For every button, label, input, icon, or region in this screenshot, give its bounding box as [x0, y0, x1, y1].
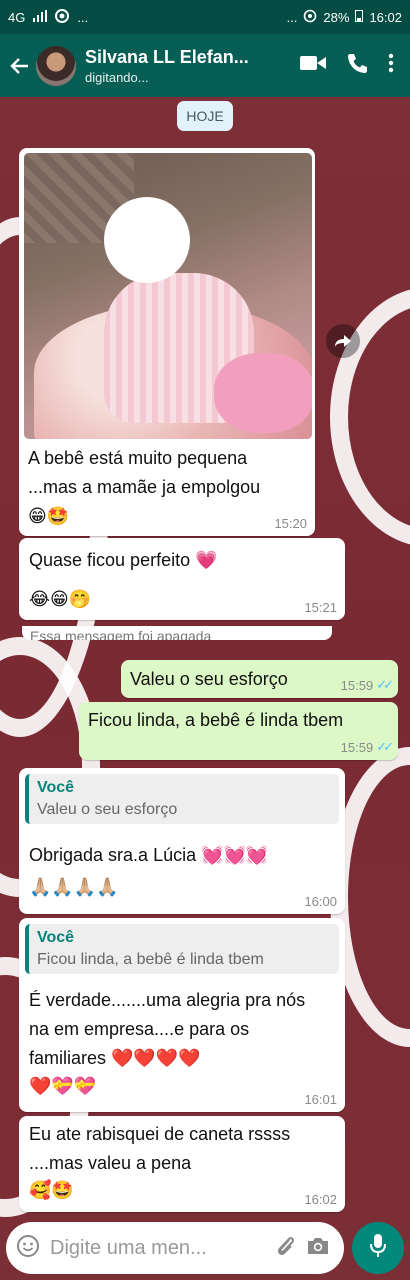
clock: 16:02 — [369, 9, 402, 25]
message-text: Eu ate rabisquei de caneta rssss ....mas… — [29, 1124, 291, 1173]
quoted-message[interactable]: Você Valeu o seu esforço — [25, 774, 339, 824]
chrome-icon — [55, 8, 70, 26]
quoted-message[interactable]: Você Ficou linda, a bebê é linda tbem — [25, 924, 339, 974]
message-emoji: ❤️💝💝 — [29, 1076, 97, 1097]
message-time: 15:20 — [274, 516, 307, 531]
phone-icon[interactable] — [346, 52, 368, 79]
battery-icon — [355, 9, 364, 25]
more-vert-icon[interactable] — [388, 53, 394, 78]
sync-icon — [303, 9, 317, 26]
network-indicator: 4G — [8, 9, 26, 25]
contact-info[interactable]: Silvana LL Elefan... digitando... — [85, 47, 300, 85]
outgoing-message[interactable]: Valeu o seu esforço 15:59 ✓✓ — [121, 660, 398, 698]
status-bar: 4G ... ... 28% 16:02 — [0, 0, 410, 34]
quote-text: Ficou linda, a bebê é linda tbem — [37, 951, 264, 968]
message-time: 16:01 — [304, 1092, 337, 1107]
quote-text: Valeu o seu esforço — [37, 801, 178, 818]
mic-button[interactable] — [352, 1222, 404, 1274]
message-text: Valeu o seu esforço — [130, 669, 288, 689]
forward-icon[interactable] — [326, 324, 360, 358]
message-emoji: 🥰🤩 — [29, 1180, 74, 1201]
video-call-icon[interactable] — [300, 54, 326, 77]
signal-icon — [33, 9, 48, 25]
typing-status: digitando... — [85, 69, 149, 85]
baby-photo[interactable] — [24, 153, 312, 439]
chat-header: Silvana LL Elefan... digitando... — [0, 34, 410, 97]
quote-author: Você — [37, 779, 75, 796]
notification-dots: ... — [77, 9, 89, 25]
blurred-face — [104, 197, 190, 283]
message-text: A bebê está muito pequena ...mas a mamãe… — [28, 448, 261, 526]
message-text: É verdade.......uma alegria pra nós na e… — [29, 990, 306, 1068]
message-time: 16:02 — [304, 1192, 337, 1207]
message-time: 15:21 — [304, 600, 337, 615]
paperclip-icon[interactable] — [274, 1234, 296, 1263]
reply-message[interactable]: Você Valeu o seu esforço Obrigada sra.a … — [19, 768, 345, 914]
message-input[interactable]: Digite uma men... — [50, 1237, 264, 1260]
message-text: Ficou linda, a bebê é linda tbem — [88, 710, 344, 730]
mic-icon — [369, 1233, 387, 1264]
message-text: Quase ficou perfeito 💗 — [29, 550, 218, 570]
message-time: 15:59 ✓✓ — [340, 739, 394, 755]
notification-dots-right: ... — [286, 9, 298, 25]
emoji-icon[interactable] — [16, 1234, 40, 1263]
read-ticks-icon: ✓✓ — [376, 677, 394, 692]
message-composer: Digite uma men... — [6, 1222, 344, 1274]
read-ticks-icon: ✓✓ — [376, 739, 394, 754]
avatar[interactable] — [36, 45, 76, 86]
battery-level: 28% — [323, 9, 350, 25]
message-emoji: 🙏🏼🙏🏼🙏🏼🙏🏼 — [29, 877, 119, 898]
message-time: 16:00 — [304, 894, 337, 909]
text-message[interactable]: Quase ficou perfeito 💗 😂😁🤭 15:21 — [19, 538, 345, 620]
image-message[interactable]: A bebê está muito pequena ...mas a mamãe… — [19, 148, 315, 536]
camera-icon[interactable] — [306, 1236, 330, 1261]
text-message[interactable]: Eu ate rabisquei de caneta rssss ....mas… — [19, 1116, 345, 1212]
deleted-message: Essa mensagem foi apagada — [22, 626, 332, 640]
message-text: Obrigada sra.a Lúcia 💓💓💓 — [29, 845, 269, 865]
arrow-back-icon[interactable] — [4, 46, 34, 86]
outgoing-message[interactable]: Ficou linda, a bebê é linda tbem 15:59 ✓✓ — [79, 702, 398, 760]
date-chip: HOJE — [177, 101, 233, 131]
message-time: 15:59 ✓✓ — [340, 677, 394, 693]
reply-message[interactable]: Você Ficou linda, a bebê é linda tbem É … — [19, 918, 345, 1112]
message-emoji: 😂😁🤭 — [29, 589, 92, 610]
quote-author: Você — [37, 929, 75, 946]
contact-name: Silvana LL Elefan... — [85, 46, 249, 67]
